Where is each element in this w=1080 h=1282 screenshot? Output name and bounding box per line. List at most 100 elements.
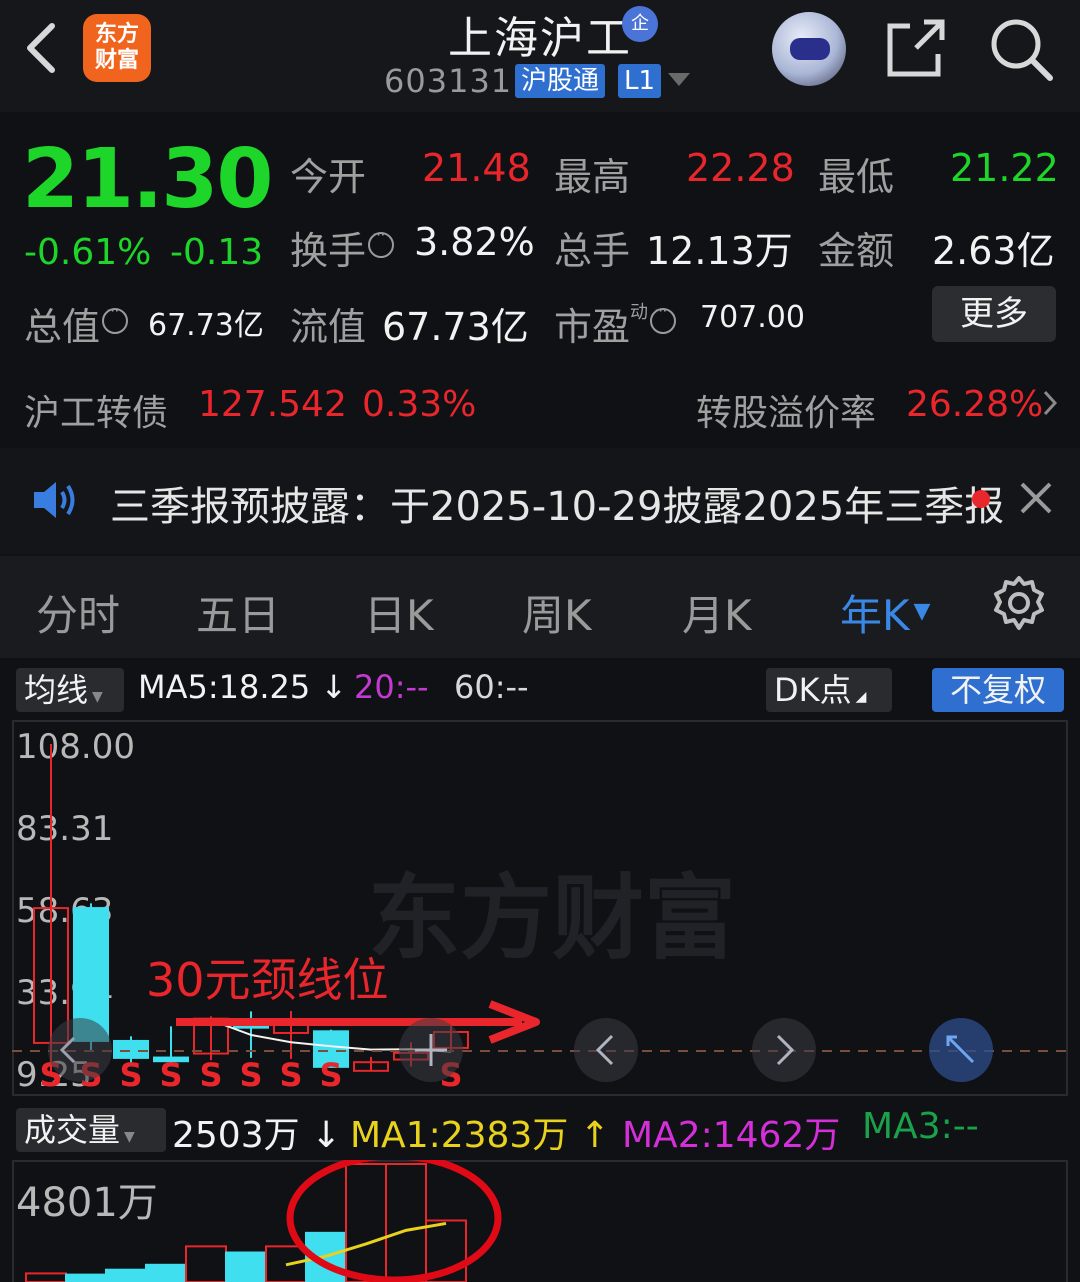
tab-daily-k[interactable]: 日K — [364, 582, 434, 643]
gear-icon[interactable] — [990, 574, 1048, 632]
tab-five-day[interactable]: 五日 — [196, 582, 280, 643]
logo-text-top: 东方 — [94, 22, 139, 47]
ma5-text: MA5:18.25 — [138, 668, 311, 706]
stock-code: 603131 — [384, 62, 513, 100]
caret-down-icon: ▼ — [92, 689, 103, 705]
bond-change: 0.33% — [362, 384, 477, 425]
volume-ma1-readout: MA1:2383万 ↑ — [350, 1106, 610, 1158]
high-label: 最高 — [554, 155, 631, 199]
volume-label: 总手 — [554, 229, 631, 273]
watermark: 东方财富 — [368, 865, 736, 972]
info-icon[interactable] — [368, 225, 395, 258]
volume-bar — [105, 1268, 147, 1282]
sell-signal: S — [119, 1056, 142, 1094]
volume-bar — [65, 1273, 107, 1282]
ma5-readout: MA5:18.25 ↓ — [138, 668, 347, 706]
ma60-readout: 60:-- — [454, 668, 529, 706]
back-icon[interactable] — [18, 18, 68, 78]
caret-down-icon: ▼ — [124, 1129, 135, 1145]
fullscreen-button[interactable] — [929, 1018, 993, 1082]
close-icon[interactable] — [1018, 478, 1054, 518]
volume-indicator-dropdown[interactable]: 成交量 ▼ — [16, 1108, 166, 1152]
volume-value: 12.13万 — [646, 229, 793, 273]
pe-value: 707.00 — [700, 300, 805, 335]
search-icon[interactable] — [988, 16, 1054, 82]
amount-label: 金额 — [818, 229, 895, 273]
zoom-in-button[interactable] — [399, 1018, 463, 1082]
tab-yearly-k-label: 年K — [840, 591, 910, 640]
bond-label[interactable]: 沪工转债 — [24, 384, 168, 436]
connect-badge: 沪股通 — [515, 64, 606, 98]
speaker-icon — [32, 478, 78, 522]
sell-signal: S — [319, 1056, 342, 1094]
last-price: 21.30 — [22, 132, 273, 227]
low-label: 最低 — [818, 155, 895, 199]
total-cap-label-text: 总值 — [24, 305, 101, 349]
dk-label: DK点 — [774, 671, 852, 709]
notice-text[interactable]: 三季报预披露：于2025-10-29披露2025年三季报 — [110, 474, 1004, 532]
pe-label[interactable]: 市盈动 — [554, 296, 677, 351]
tab-monthly-k[interactable]: 月K — [682, 582, 752, 643]
level-badge[interactable]: L1 — [618, 64, 662, 98]
float-cap-label: 流值 — [290, 305, 367, 349]
open-label: 今开 — [290, 155, 367, 199]
volume-ma3-readout: MA3:-- — [862, 1106, 979, 1147]
change-percent: -0.61% — [24, 232, 152, 273]
tab-yearly-k[interactable]: 年K ▼ — [840, 582, 930, 643]
volume-select-label: 成交量 — [24, 1111, 121, 1149]
prev-button[interactable] — [574, 1018, 638, 1082]
vol-ma1-text: MA1:2383万 — [350, 1115, 569, 1156]
ma20-readout: 20:-- — [354, 668, 429, 706]
app-logo[interactable]: 东方 财富 — [83, 14, 151, 82]
amount-value: 2.63亿 — [932, 229, 1055, 273]
total-cap-label[interactable]: 总值 — [24, 296, 129, 351]
chevron-down-icon[interactable] — [668, 72, 690, 91]
corner-triangle-icon: ◢ — [855, 689, 867, 705]
kline-chart[interactable]: 东方财富 108.0083.3158.6333.949.25 SSSSSSSSS… — [12, 720, 1068, 1096]
turnover-value: 3.82% — [414, 220, 535, 264]
unread-dot — [972, 490, 990, 508]
assistant-face — [790, 38, 830, 60]
more-button[interactable]: 更多 — [932, 286, 1056, 342]
arrow-down-icon: ↓ — [311, 1115, 342, 1156]
turnover-label-text: 换手 — [290, 229, 367, 273]
sell-signal: S — [159, 1056, 182, 1094]
volume-y-label: 4801万 — [16, 1180, 158, 1226]
volume-bar — [145, 1263, 187, 1282]
y-tick-label: 108.00 — [16, 727, 135, 767]
y-tick-label: 83.31 — [16, 809, 113, 849]
volume-ma2-readout: MA2:1462万 — [622, 1115, 841, 1156]
high-value: 22.28 — [686, 146, 795, 190]
dk-point-button[interactable]: DK点 ◢ — [766, 668, 892, 712]
share-icon[interactable] — [884, 18, 948, 80]
volume-readout: 2503万 ↓ — [172, 1106, 341, 1158]
ma-select-dropdown[interactable]: 均线 ▼ — [16, 668, 124, 712]
sell-signal: S — [199, 1056, 222, 1094]
arrow-down-icon: ↓ — [320, 668, 348, 706]
turnover-label[interactable]: 换手 — [290, 220, 395, 275]
next-button[interactable] — [752, 1018, 816, 1082]
open-value: 21.48 — [422, 146, 531, 190]
tab-intraday[interactable]: 分时 — [36, 582, 120, 643]
info-icon[interactable] — [650, 301, 677, 334]
volume-text: 2503万 — [172, 1115, 300, 1156]
ma-select-label: 均线 — [24, 671, 89, 709]
sell-signal: S — [279, 1056, 302, 1094]
info-icon[interactable] — [102, 301, 129, 334]
change-amount: -0.13 — [170, 232, 264, 273]
arrow-up-icon: ↑ — [579, 1115, 610, 1156]
volume-bar — [225, 1251, 267, 1282]
tab-weekly-k[interactable]: 周K — [522, 582, 592, 643]
premium-label[interactable]: 转股溢价率 — [696, 384, 876, 436]
sell-signal: S — [239, 1056, 262, 1094]
stock-name: 上海沪工 — [448, 13, 632, 64]
float-cap-value: 67.73亿 — [382, 305, 529, 349]
volume-chart[interactable]: 4801万 — [12, 1160, 1068, 1282]
neckline-annotation: 30元颈线位 — [146, 953, 389, 1007]
pe-label-text: 市盈 — [554, 305, 631, 349]
premium-value: 26.28% — [906, 384, 1044, 425]
logo-text-bottom: 财富 — [94, 48, 139, 73]
chevron-right-icon[interactable] — [1042, 388, 1058, 426]
chart-scroll-left-button[interactable] — [48, 1018, 112, 1082]
adjust-mode-button[interactable]: 不复权 — [932, 668, 1064, 712]
